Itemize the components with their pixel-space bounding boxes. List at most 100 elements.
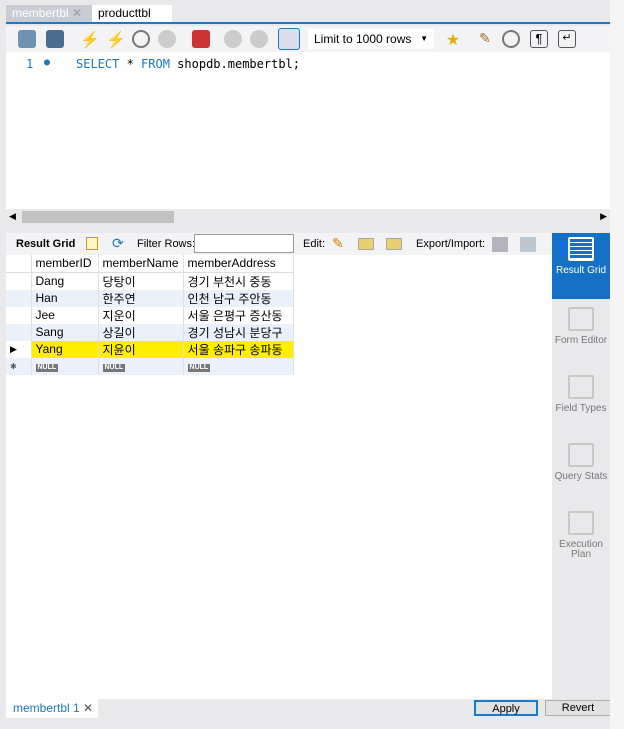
cell[interactable]: Han xyxy=(31,289,99,307)
add-row-icon[interactable] xyxy=(358,238,374,250)
scroll-thumb[interactable] xyxy=(22,211,174,223)
refresh-icon[interactable]: ⟳ xyxy=(112,235,124,252)
cell[interactable]: Dang xyxy=(31,272,99,290)
side-field-types[interactable]: Field Types xyxy=(552,371,610,414)
bookmark-icon[interactable]: ★ xyxy=(444,30,462,49)
explain-icon[interactable] xyxy=(132,30,150,48)
row-marker[interactable] xyxy=(6,306,32,324)
cell[interactable]: Sang xyxy=(31,323,99,341)
query-tabs: membertbl ✕ producttbl xyxy=(6,5,610,24)
revert-button[interactable]: Revert xyxy=(545,700,611,716)
scroll-right-icon[interactable]: ▶ xyxy=(600,211,607,222)
side-label: Form Editor xyxy=(554,335,608,346)
query-stats-icon xyxy=(568,443,594,467)
cell[interactable]: 서울 은평구 증산동 xyxy=(183,306,294,324)
sql-text: shopdb.membertbl; xyxy=(169,57,300,71)
cell[interactable]: Yang xyxy=(31,340,99,358)
tab-membertbl[interactable]: membertbl ✕ xyxy=(6,5,92,22)
form-editor-icon xyxy=(568,307,594,331)
sql-editor[interactable]: 1 ● SELECT * FROM shopdb.membertbl; xyxy=(6,52,610,209)
apply-button[interactable]: Apply xyxy=(474,700,538,716)
cell[interactable]: 한주연 xyxy=(98,289,184,307)
autocommit-icon[interactable] xyxy=(278,28,300,50)
limit-value: Limit to 1000 rows xyxy=(314,32,412,46)
side-execution-plan[interactable]: Execution Plan xyxy=(552,507,610,560)
sql-toolbar: ⚡ ⚡ Limit to 1000 rows ▼ ★ ✎ ¶ ↵ xyxy=(6,26,610,52)
limit-rows-select[interactable]: Limit to 1000 rows ▼ xyxy=(308,29,434,49)
sql-text: * xyxy=(119,57,142,71)
column-header[interactable]: memberAddress xyxy=(183,255,294,273)
filter-rows-input[interactable] xyxy=(194,234,294,253)
cell[interactable]: 당탕이 xyxy=(98,272,184,290)
open-folder-icon[interactable] xyxy=(18,30,36,48)
result-grid: memberID memberName memberAddress Dang 당탕이 경… xyxy=(6,255,552,699)
dropdown-arrow-icon: ▼ xyxy=(420,34,428,43)
table-row[interactable]: Jee 지운이 서울 은평구 증산동 xyxy=(6,306,294,324)
import-icon[interactable] xyxy=(520,237,536,252)
table-row-selected[interactable]: ▶ Yang 지윤이 서울 송파구 송파동 xyxy=(6,340,294,358)
table-row[interactable]: Dang 당탕이 경기 부천시 중동 xyxy=(6,272,294,290)
row-marker[interactable] xyxy=(6,323,32,341)
cell[interactable]: 경기 부천시 중동 xyxy=(183,272,294,290)
side-label: Field Types xyxy=(555,403,607,414)
keyword: FROM xyxy=(141,57,170,71)
beautify-icon[interactable]: ✎ xyxy=(476,30,494,48)
cell[interactable]: 인천 남구 주안동 xyxy=(183,289,294,307)
result-tab-membertbl-1[interactable]: membertbl 1 ✕ xyxy=(6,699,98,718)
column-header[interactable]: memberID xyxy=(31,255,99,273)
tab-label: membertbl xyxy=(12,6,69,20)
side-query-stats[interactable]: Query Stats xyxy=(552,439,610,482)
cell[interactable]: 지윤이 xyxy=(98,340,184,358)
side-form-editor[interactable]: Form Editor xyxy=(552,303,610,346)
line-number: 1 xyxy=(26,57,34,71)
statement-marker-icon: ● xyxy=(44,57,51,68)
execute-icon[interactable]: ⚡ xyxy=(80,30,100,49)
new-row[interactable]: ✱ NULL NULL NULL xyxy=(6,357,294,375)
null-badge: NULL xyxy=(102,363,126,372)
grid-layout-icon[interactable] xyxy=(86,237,98,250)
table-row[interactable]: Sang 상길이 경기 성남시 분당구 xyxy=(6,323,294,341)
delete-row-icon[interactable] xyxy=(386,238,402,250)
row-marker[interactable] xyxy=(6,272,32,290)
cell[interactable]: 경기 성남시 분당구 xyxy=(183,323,294,341)
sql-line: SELECT * FROM shopdb.membertbl; xyxy=(76,57,300,71)
wrap-icon[interactable]: ↵ xyxy=(558,30,576,48)
rollback-icon[interactable] xyxy=(250,30,268,48)
result-grid-icon xyxy=(568,237,594,261)
close-icon[interactable]: ✕ xyxy=(83,701,93,715)
null-badge: NULL xyxy=(187,363,211,372)
toggle-error-icon[interactable] xyxy=(192,30,210,48)
edit-row-icon[interactable]: ✎ xyxy=(332,235,344,252)
cell[interactable]: 지운이 xyxy=(98,306,184,324)
result-toolbar: Result Grid ⟳ Filter Rows: Edit: ✎ Expor… xyxy=(6,233,552,255)
tab-label: membertbl 1 xyxy=(13,701,80,715)
horizontal-scrollbar[interactable]: ◀ ▶ xyxy=(6,209,610,225)
invisible-chars-icon[interactable]: ¶ xyxy=(530,30,548,48)
new-row-icon: ✱ xyxy=(6,357,32,375)
result-table: memberID memberName memberAddress Dang 당탕이 경… xyxy=(6,255,294,375)
tab-producttbl[interactable]: producttbl xyxy=(92,5,172,22)
find-icon[interactable] xyxy=(502,30,520,48)
cell[interactable]: 서울 송파구 송파동 xyxy=(183,340,294,358)
export-icon[interactable] xyxy=(492,237,508,252)
cell[interactable]: Jee xyxy=(31,306,99,324)
stop-icon[interactable] xyxy=(158,30,176,48)
tab-label: producttbl xyxy=(98,6,151,20)
cell[interactable]: 상길이 xyxy=(98,323,184,341)
row-marker[interactable] xyxy=(6,289,32,307)
execution-plan-icon xyxy=(568,511,594,535)
table-row[interactable]: Han 한주연 인천 남구 주안동 xyxy=(6,289,294,307)
close-icon[interactable]: ✕ xyxy=(72,6,82,20)
side-result-grid[interactable]: Result Grid xyxy=(552,233,610,299)
save-icon[interactable] xyxy=(46,30,64,48)
column-header[interactable]: memberName xyxy=(98,255,184,273)
scroll-left-icon[interactable]: ◀ xyxy=(9,211,16,222)
current-row-arrow-icon[interactable]: ▶ xyxy=(6,340,32,358)
commit-icon[interactable] xyxy=(224,30,242,48)
row-header-corner xyxy=(6,255,32,273)
null-badge: NULL xyxy=(35,363,59,372)
execute-current-icon[interactable]: ⚡ xyxy=(106,30,126,49)
edit-label: Edit: xyxy=(303,238,326,250)
export-import-label: Export/Import: xyxy=(416,238,486,250)
header-row: memberID memberName memberAddress xyxy=(6,255,294,273)
